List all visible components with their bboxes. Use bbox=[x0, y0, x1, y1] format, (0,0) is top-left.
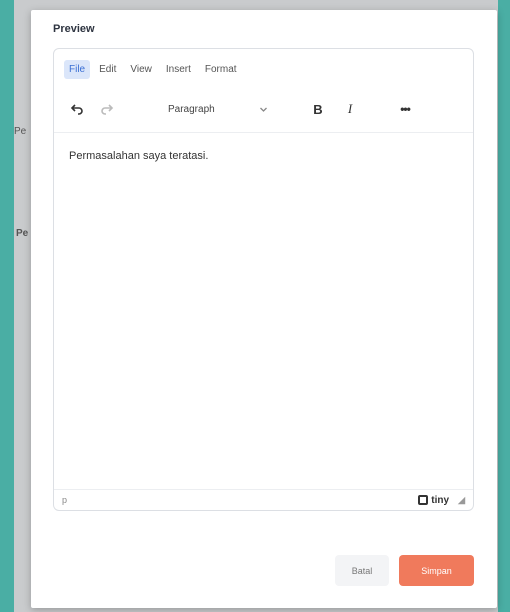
editor-statusbar: p tiny ◢ bbox=[54, 489, 473, 510]
preview-modal: Preview File Edit View Insert Format Par… bbox=[31, 10, 497, 608]
tiny-logo-icon bbox=[418, 495, 429, 505]
menu-file[interactable]: File bbox=[64, 59, 91, 79]
menu-edit[interactable]: Edit bbox=[94, 60, 121, 79]
brand-label: tiny bbox=[431, 494, 450, 506]
editor-menubar: File Edit View Insert Format bbox=[64, 58, 242, 80]
background-text: Pe bbox=[16, 228, 29, 239]
block-format-select[interactable]: Paragraph bbox=[158, 96, 276, 122]
toolbar-divider bbox=[54, 132, 473, 133]
tiny-branding[interactable]: tiny ◢ bbox=[418, 495, 465, 506]
editor-toolbar: Paragraph B I ••• bbox=[66, 96, 466, 122]
menu-view[interactable]: View bbox=[125, 60, 157, 79]
menu-format[interactable]: Format bbox=[200, 60, 242, 79]
undo-button[interactable] bbox=[66, 96, 88, 122]
resize-handle-icon[interactable]: ◢ bbox=[458, 495, 465, 506]
modal-title: Preview bbox=[53, 23, 95, 35]
redo-button[interactable] bbox=[96, 96, 118, 122]
menu-insert[interactable]: Insert bbox=[161, 60, 196, 79]
italic-button[interactable]: I bbox=[340, 96, 360, 122]
save-button[interactable]: Simpan bbox=[399, 555, 474, 586]
undo-icon bbox=[70, 104, 83, 115]
block-format-value: Paragraph bbox=[168, 103, 215, 115]
more-options-button[interactable]: ••• bbox=[394, 96, 416, 122]
chevron-down-icon bbox=[260, 107, 267, 112]
editor-content[interactable]: Permasalahan saya teratasi. bbox=[69, 150, 459, 162]
background-text: Pe bbox=[14, 126, 27, 137]
cancel-button[interactable]: Batal bbox=[335, 555, 389, 586]
redo-icon bbox=[101, 104, 114, 115]
bold-button[interactable]: B bbox=[308, 96, 328, 122]
element-path[interactable]: p bbox=[62, 495, 67, 505]
rich-text-editor: File Edit View Insert Format Paragraph B… bbox=[53, 48, 474, 511]
